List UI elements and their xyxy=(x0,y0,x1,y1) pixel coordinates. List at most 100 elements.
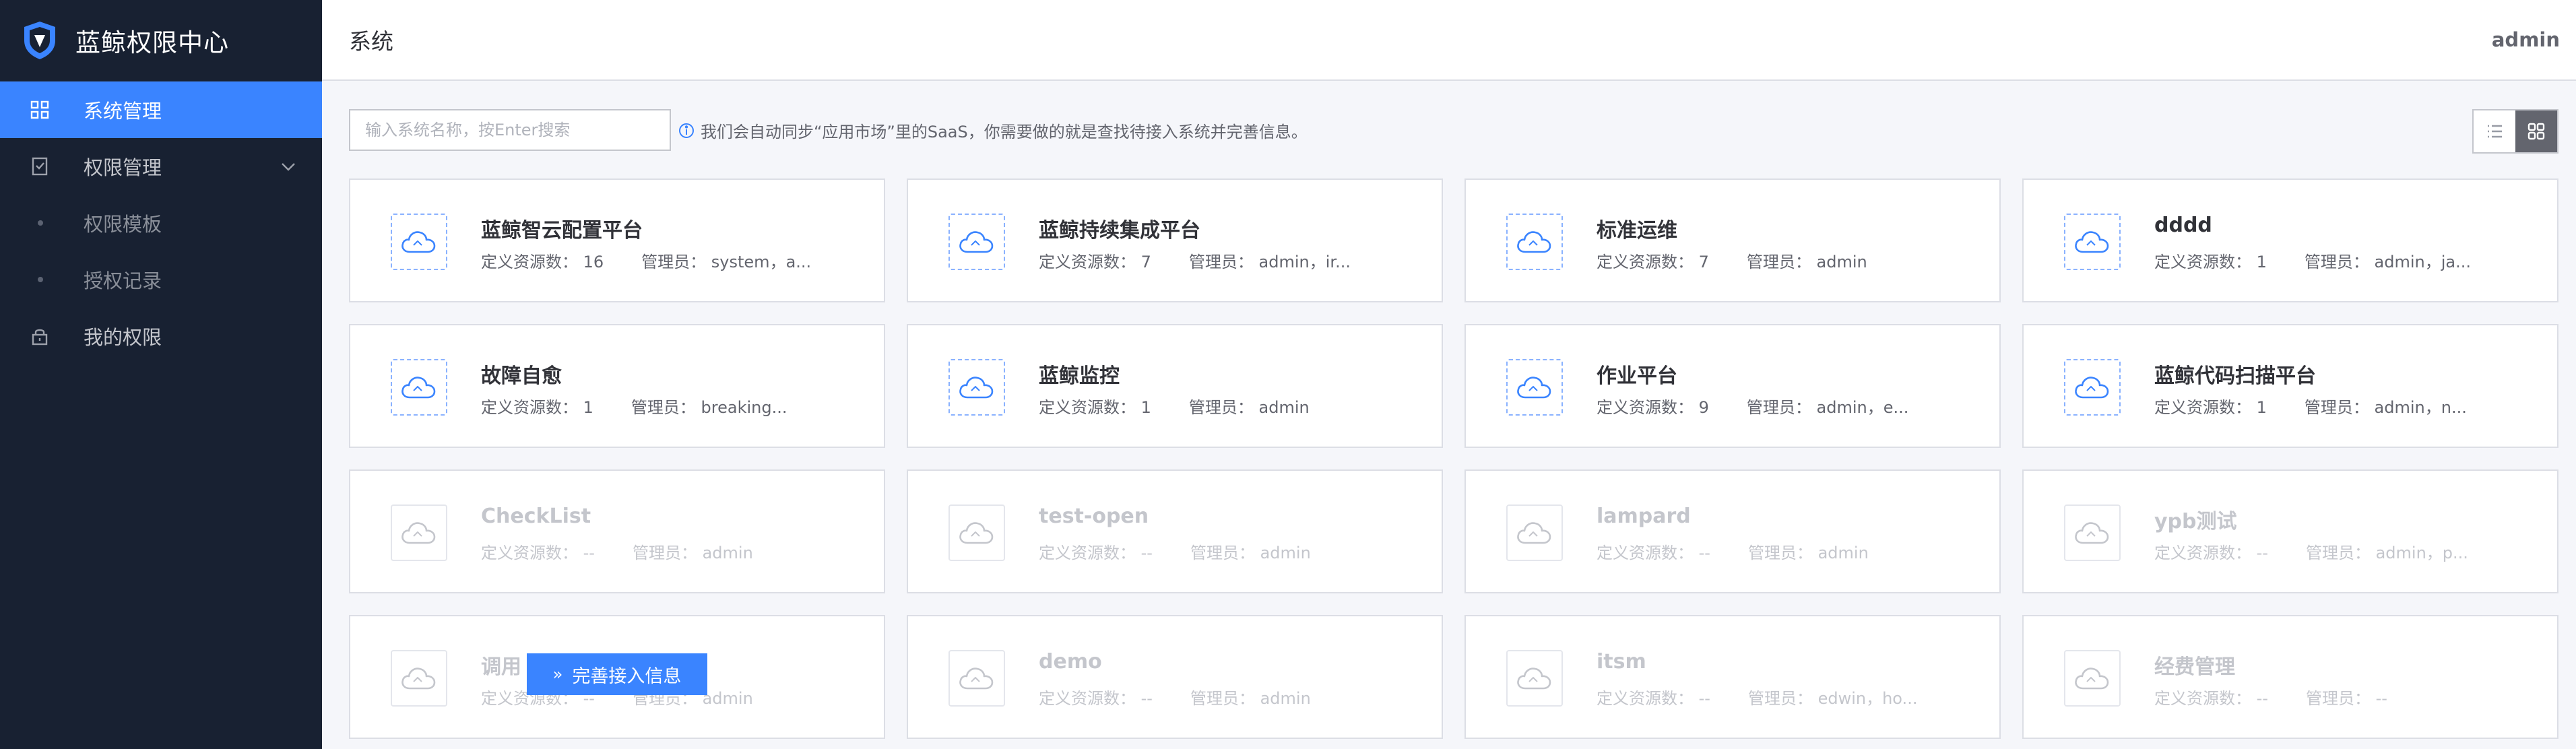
resource-count: 定义资源数： 7 xyxy=(1597,253,1709,271)
system-name: 作业平台 xyxy=(1597,364,1677,388)
system-meta: 定义资源数： -- 管理员： -- xyxy=(2154,685,2387,709)
cloud-icon xyxy=(948,504,1005,561)
system-name: 蓝鲸监控 xyxy=(1039,364,1120,388)
checklist-icon xyxy=(30,156,50,176)
system-meta: 定义资源数： 7 管理员： admin，ir... xyxy=(1039,249,1351,272)
cloud-icon xyxy=(2064,650,2121,707)
system-name: dddd xyxy=(2154,214,2212,237)
system-meta: 定义资源数： 7 管理员： admin xyxy=(1597,249,1867,272)
user-menu[interactable]: admin xyxy=(2492,28,2560,51)
system-managers: 管理员： admin，p... xyxy=(2305,544,2468,562)
system-meta: 定义资源数： -- 管理员： admin，p... xyxy=(2154,540,2468,563)
grid-icon xyxy=(2527,123,2545,140)
resource-count: 定义资源数： -- xyxy=(1039,544,1153,562)
button-label: 完善接入信息 xyxy=(572,665,682,687)
resource-count: 定义资源数： -- xyxy=(2154,689,2268,708)
resource-count: 定义资源数： 1 xyxy=(2154,398,2267,417)
cloud-icon xyxy=(948,214,1005,270)
cloud-icon xyxy=(2064,504,2121,561)
tip-text: 我们会自动同步“应用市场”里的SaaS，你需要做的就是查找待接入系统并完善信息。 xyxy=(701,123,1308,141)
system-card[interactable]: 经费管理 定义资源数： -- 管理员： -- xyxy=(2022,615,2558,739)
sidebar-item-system-management[interactable]: 系统管理 xyxy=(0,82,322,138)
list-view-button[interactable] xyxy=(2474,110,2515,152)
system-name: ypb测试 xyxy=(2154,510,2237,533)
system-meta: 定义资源数： 1 管理员： admin，ja... xyxy=(2154,249,2471,272)
cloud-icon xyxy=(948,650,1005,707)
resource-count: 定义资源数： 1 xyxy=(2154,253,2267,271)
resource-count: 定义资源数： -- xyxy=(2154,544,2268,562)
system-card[interactable]: dddd 定义资源数： 1 管理员： admin，ja... xyxy=(2022,178,2558,302)
system-name: 标准运维 xyxy=(1597,219,1677,242)
page-title: 系统 xyxy=(349,28,393,55)
system-card[interactable]: 标准运维定义资源数： 7 管理员： admin xyxy=(1464,178,2001,302)
complete-access-info-button[interactable]: » 完善接入信息 xyxy=(527,653,707,695)
view-toggle xyxy=(2472,109,2558,154)
cloud-icon xyxy=(1506,214,1563,270)
system-managers: 管理员： admin xyxy=(1188,398,1310,417)
lock-icon xyxy=(30,326,50,346)
sidebar-item-my-permissions[interactable]: 我的权限 xyxy=(0,308,322,364)
system-meta: 定义资源数： 9 管理员： admin，e... xyxy=(1597,394,1908,418)
system-card[interactable]: 蓝鲸智云配置平台 定义资源数： 16 管理员： system，a... xyxy=(349,178,885,302)
resource-count: 定义资源数： 1 xyxy=(481,398,593,417)
system-name: CheckList xyxy=(481,504,591,528)
system-managers: 管理员： admin xyxy=(1190,689,1311,708)
system-name: 调用 xyxy=(481,655,521,679)
resource-count: 定义资源数： 1 xyxy=(1039,398,1151,417)
system-card[interactable]: 故障自愈定义资源数： 1 管理员： breaking... xyxy=(349,324,885,448)
system-name: 蓝鲸持续集成平台 xyxy=(1039,219,1200,242)
system-name: 故障自愈 xyxy=(481,364,562,388)
sidebar-item-label: 权限管理 xyxy=(84,156,162,179)
system-managers: 管理员： admin，n... xyxy=(2304,398,2467,417)
cloud-icon xyxy=(391,504,447,561)
sidebar-item-label: 授权记录 xyxy=(84,269,162,292)
sidebar-subitem-authorization-records[interactable]: 授权记录 xyxy=(0,251,322,308)
system-name: 蓝鲸智云配置平台 xyxy=(481,219,643,242)
system-managers: 管理员： admin，ir... xyxy=(1188,253,1351,271)
system-card[interactable]: 蓝鲸代码扫描平台 定义资源数： 1 管理员： admin，n... xyxy=(2022,324,2558,448)
system-meta: 定义资源数： -- 管理员： edwin，ho... xyxy=(1597,685,1917,709)
system-card[interactable]: demo 定义资源数： -- 管理员： admin xyxy=(907,615,1443,739)
system-managers: 管理员： admin，ja... xyxy=(2304,253,2471,271)
system-card[interactable]: ypb测试定义资源数： -- 管理员： admin，p... xyxy=(2022,469,2558,593)
system-meta: 定义资源数： -- 管理员： admin xyxy=(481,540,753,563)
brand[interactable]: 蓝鲸权限中心 xyxy=(0,0,322,82)
cloud-icon xyxy=(948,359,1005,416)
sidebar-item-label: 我的权限 xyxy=(84,326,162,349)
sidebar: 蓝鲸权限中心 系统管理 权限管理 权限模板 授权记录 我的权限 xyxy=(0,0,322,749)
system-meta: 定义资源数： 1 管理员： admin，n... xyxy=(2154,394,2467,418)
toolbar: 我们会自动同步“应用市场”里的SaaS，你需要做的就是查找待接入系统并完善信息。 xyxy=(349,109,2558,154)
system-card[interactable]: test-open 定义资源数： -- 管理员： admin xyxy=(907,469,1443,593)
resource-count: 定义资源数： 7 xyxy=(1039,253,1151,271)
system-card[interactable]: lampard 定义资源数： -- 管理员： admin xyxy=(1464,469,2001,593)
cloud-icon xyxy=(1506,359,1563,416)
system-meta: 定义资源数： 1 管理员： admin xyxy=(1039,394,1310,418)
sidebar-item-permission-management[interactable]: 权限管理 xyxy=(0,138,322,195)
chevron-down-icon[interactable] xyxy=(279,157,298,176)
grid-icon xyxy=(30,100,50,120)
search-input[interactable] xyxy=(364,120,656,140)
system-managers: 管理员： admin xyxy=(1747,544,1869,562)
sidebar-item-label: 权限模板 xyxy=(84,213,162,236)
top-header: 系统 admin xyxy=(322,0,2576,81)
system-card[interactable]: 作业平台定义资源数： 9 管理员： admin，e... xyxy=(1464,324,2001,448)
card-view-button[interactable] xyxy=(2515,110,2557,152)
system-card[interactable]: 蓝鲸监控定义资源数： 1 管理员： admin xyxy=(907,324,1443,448)
cloud-icon xyxy=(2064,359,2121,416)
system-managers: 管理员： breaking... xyxy=(631,398,787,417)
search-box[interactable] xyxy=(349,109,671,151)
system-managers: 管理员： admin，e... xyxy=(1746,398,1909,417)
shield-logo-icon xyxy=(24,22,55,59)
resource-count: 定义资源数： -- xyxy=(1039,689,1153,708)
system-card[interactable]: itsm 定义资源数： -- 管理员： edwin，ho... xyxy=(1464,615,2001,739)
system-managers: 管理员： -- xyxy=(2305,689,2387,708)
sidebar-item-label: 系统管理 xyxy=(84,100,162,123)
double-chevron-right-icon: » xyxy=(552,665,563,684)
cloud-icon xyxy=(391,214,447,270)
system-card[interactable]: CheckList 定义资源数： -- 管理员： admin xyxy=(349,469,885,593)
bullet-dot xyxy=(38,220,43,226)
system-card[interactable]: 蓝鲸持续集成平台定义资源数： 7 管理员： admin，ir... xyxy=(907,178,1443,302)
system-managers: 管理员： admin xyxy=(1190,544,1311,562)
sidebar-subitem-permission-templates[interactable]: 权限模板 xyxy=(0,195,322,251)
resource-count: 定义资源数： 9 xyxy=(1597,398,1709,417)
